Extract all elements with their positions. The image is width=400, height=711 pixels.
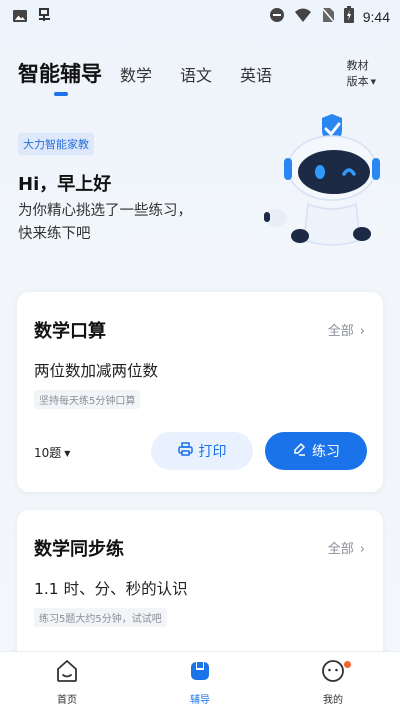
card-tip-tag: 坚持每天练5分钟口算 [34, 390, 141, 409]
robot-mascot-icon [250, 110, 400, 250]
question-count-label: 10题 [34, 446, 62, 460]
tab-chinese[interactable]: 语文 [180, 62, 212, 86]
home-icon [54, 660, 80, 688]
battery-charging-icon [343, 6, 354, 27]
textbook-version-button[interactable]: 教材 版本 ▼ [347, 58, 376, 90]
card-subtitle: 1.1 时、分、秒的认识 [34, 580, 188, 598]
print-button[interactable]: 打印 [151, 432, 253, 470]
chevron-right-icon: › [359, 324, 365, 339]
image-icon [12, 8, 28, 27]
tab-smart-tutor[interactable]: 智能辅导 [18, 58, 102, 88]
greeting-subtitle: 为你精心挑选了一些练习，快来练下吧 [18, 203, 192, 242]
subject-tabs: 智能辅导 数学 语文 英语 教材 版本 ▼ [18, 58, 382, 98]
app-icon [36, 7, 54, 27]
view-all-label: 全部 [327, 542, 354, 557]
print-label: 打印 [198, 444, 227, 460]
nav-tutor[interactable]: 辅导 [170, 658, 230, 706]
no-sim-icon [321, 7, 335, 27]
oral-math-card[interactable]: 数学口算 全部 › 两位数加减两位数 坚持每天练5分钟口算 10题 ▼ 打印 练习 [17, 292, 383, 492]
chevron-right-icon: › [359, 542, 365, 557]
card-subtitle: 两位数加减两位数 [34, 362, 159, 380]
version-line1: 教材 [346, 59, 369, 72]
nav-profile[interactable]: 我的 [303, 658, 363, 706]
card-title: 数学同步练 [34, 539, 124, 560]
card-tip-tag: 练习5题大约5分钟，试试吧 [34, 608, 167, 627]
pencil-icon [292, 442, 306, 460]
active-tab-indicator [54, 92, 68, 96]
card-title: 数学口算 [34, 321, 106, 342]
status-bar: 9:44 [0, 0, 400, 30]
profile-icon [320, 660, 346, 688]
nav-home-label: 首页 [57, 695, 77, 706]
practice-label: 练习 [312, 444, 340, 460]
notification-dot [344, 661, 351, 668]
nav-home[interactable]: 首页 [37, 658, 97, 706]
bottom-navigation: 首页 辅导 我的 [0, 651, 400, 711]
view-all-label: 全部 [327, 324, 354, 339]
wifi-icon [294, 7, 312, 27]
nav-tutor-label: 辅导 [190, 695, 210, 706]
question-count-dropdown[interactable]: 10题 ▼ [34, 444, 70, 461]
tab-english[interactable]: 英语 [240, 62, 272, 86]
greeting-title: Hi，早上好 [18, 174, 112, 195]
caret-down-icon: ▼ [64, 449, 71, 458]
tab-math[interactable]: 数学 [120, 62, 152, 86]
do-not-disturb-icon [269, 7, 285, 27]
practice-button[interactable]: 练习 [265, 432, 367, 470]
math-sync-practice-card[interactable]: 数学同步练 全部 › 1.1 时、分、秒的认识 练习5题大约5分钟，试试吧 [17, 510, 383, 670]
tutor-icon [187, 662, 213, 688]
triangle-down-icon: ▼ [370, 78, 376, 86]
nav-profile-label: 我的 [323, 695, 343, 706]
version-line2: 版本 [346, 75, 369, 88]
view-all-link[interactable]: 全部 › [328, 320, 365, 339]
view-all-link[interactable]: 全部 › [328, 538, 365, 557]
printer-icon [177, 442, 193, 460]
status-time: 9:44 [362, 8, 390, 25]
brand-badge: 大力智能家教 [18, 133, 94, 155]
